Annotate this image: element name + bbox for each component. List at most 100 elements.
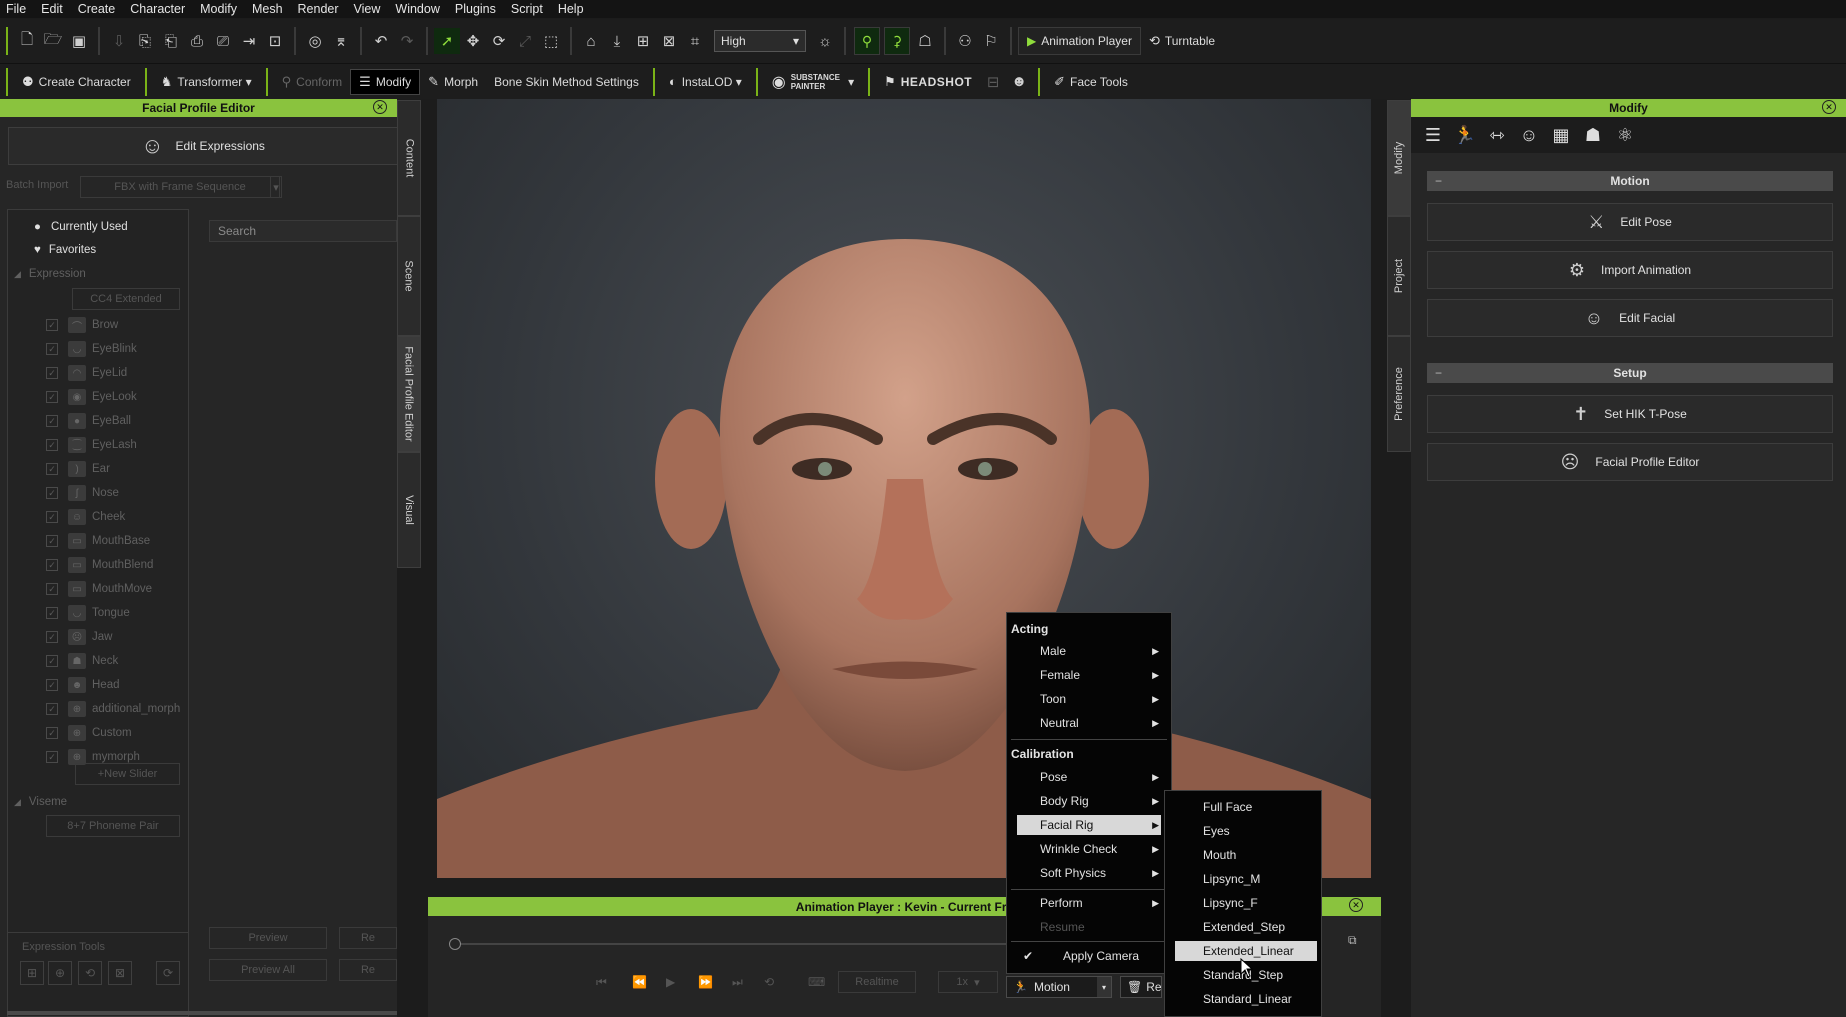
reset-motion-button[interactable]: 🗑 Re — [1120, 976, 1162, 998]
turntable-button[interactable]: ⟲ Turntable — [1141, 28, 1223, 54]
step-back-icon[interactable]: ⏪ — [632, 975, 647, 989]
checkbox[interactable]: ✓ — [46, 751, 58, 763]
pivot-icon[interactable]: ⬚ — [538, 28, 564, 54]
edit-pose-button[interactable]: ⚔ Edit Pose — [1427, 203, 1833, 241]
list-item[interactable]: ✓ ʃ Nose — [46, 484, 119, 502]
tab-scene[interactable]: Scene — [397, 216, 421, 336]
checkbox[interactable]: ✓ — [46, 679, 58, 691]
list-item[interactable]: ✓ ⊕ Custom — [46, 724, 132, 742]
tree-group-viseme[interactable]: ◢ Viseme — [14, 793, 67, 811]
close-icon[interactable]: ✕ — [1349, 898, 1363, 912]
motion-icon[interactable]: 🏃 — [1449, 120, 1481, 150]
submenu-item-extended-step[interactable]: Extended_Step — [1175, 917, 1317, 937]
camera-down-icon[interactable]: ⤓ — [604, 28, 630, 54]
new-slider-button[interactable]: + New Slider — [75, 763, 180, 785]
menu-help[interactable]: Help — [558, 2, 584, 16]
tab-content[interactable]: Content — [397, 100, 421, 216]
tool-icon[interactable]: ⟲ — [78, 961, 102, 985]
quality-select[interactable]: High ▾ — [714, 30, 806, 52]
animation-player-button[interactable]: ▶ Animation Player — [1018, 27, 1141, 55]
list-item[interactable]: ✓ ☹ Jaw — [46, 628, 112, 646]
new-file-icon[interactable]: 🗋 — [14, 28, 40, 54]
menu-item-male[interactable]: Male ▶ — [1017, 641, 1161, 661]
preview-all-button[interactable]: Preview All — [209, 959, 327, 981]
menu-item-resume[interactable]: Resume — [1017, 917, 1161, 937]
flag-icon[interactable]: ⚐ — [978, 28, 1004, 54]
headshot-button[interactable]: ⚑ HEADSHOT — [876, 69, 980, 95]
tree-item-favorites[interactable]: ♥ Favorites — [34, 241, 96, 259]
edit-expressions-button[interactable]: ☺ Edit Expressions — [8, 127, 398, 165]
list-item[interactable]: ✓ ☗ Neck — [46, 652, 118, 670]
import-animation-button[interactable]: ⚙ Import Animation — [1427, 251, 1833, 289]
face-tools-button[interactable]: ✐ Face Tools — [1046, 69, 1136, 95]
search-input[interactable]: Search — [209, 220, 397, 242]
speed-select[interactable]: 1x ▾ — [938, 971, 998, 993]
export-icon[interactable]: ⇥ — [236, 28, 262, 54]
transform-icon[interactable]: ⇿ — [1481, 120, 1513, 150]
export-usd-icon[interactable]: ⎚ — [210, 28, 236, 54]
list-item[interactable]: ✓ ● EyeBall — [46, 412, 131, 430]
physics-icon[interactable]: ⚛ — [1609, 120, 1641, 150]
list-item[interactable]: ✓ ◠ EyeLid — [46, 364, 127, 382]
modify-button[interactable]: ☰ Modify — [350, 68, 421, 95]
tool-icon[interactable]: ⊠ — [108, 961, 132, 985]
menu-item-toon[interactable]: Toon ▶ — [1017, 689, 1161, 709]
import-fbx-icon[interactable]: ⎘ — [132, 28, 158, 54]
list-item[interactable]: ✓ ⊕ additional_morph — [46, 700, 180, 718]
checkbox[interactable]: ✓ — [46, 511, 58, 523]
edit-facial-button[interactable]: ☺ Edit Facial — [1427, 299, 1833, 337]
cc4-extended-button[interactable]: CC4 Extended — [72, 288, 180, 310]
checkbox[interactable]: ✓ — [46, 727, 58, 739]
motion-select[interactable]: 🏃 Motion ▾ — [1006, 976, 1112, 998]
checkbox[interactable]: ✓ — [46, 415, 58, 427]
morph-button[interactable]: ✎ Morph — [420, 69, 486, 95]
list-item[interactable]: ✓ ⌒ Brow — [46, 316, 118, 334]
rotate-icon[interactable]: ⟳ — [486, 28, 512, 54]
timeline-slider[interactable] — [449, 938, 1014, 950]
move-icon[interactable]: ✥ — [460, 28, 486, 54]
close-icon[interactable]: ✕ — [373, 100, 387, 114]
frame-icon[interactable]: ⊠ — [656, 28, 682, 54]
menu-plugins[interactable]: Plugins — [455, 2, 496, 16]
undo-icon[interactable]: ↶ — [368, 28, 394, 54]
sliders-icon[interactable]: ☰ — [1417, 120, 1449, 150]
menu-item-female[interactable]: Female ▶ — [1017, 665, 1161, 685]
menu-item-body-rig[interactable]: Body Rig ▶ — [1017, 791, 1161, 811]
tab-modify[interactable]: Modify — [1387, 100, 1411, 216]
menu-item-neutral[interactable]: Neutral ▶ — [1017, 713, 1161, 733]
select-arrow-icon[interactable]: ➚ — [434, 28, 460, 54]
import-icon[interactable]: ⇩ — [106, 28, 132, 54]
list-item[interactable]: ✓ ◡ Tongue — [46, 604, 130, 622]
play-icon[interactable]: ▶ — [666, 975, 675, 989]
redo-icon[interactable]: ↷ — [394, 28, 420, 54]
menu-file[interactable]: File — [6, 2, 26, 16]
checkbox[interactable]: ✓ — [46, 631, 58, 643]
figure-icon[interactable]: ⚇ — [952, 28, 978, 54]
reset-all-button[interactable]: Re — [339, 959, 397, 981]
submenu-item-mouth[interactable]: Mouth — [1175, 845, 1317, 865]
fit-icon[interactable]: ⊞ — [630, 28, 656, 54]
render-export-icon[interactable]: ⊡ — [262, 28, 288, 54]
checkbox[interactable]: ✓ — [46, 487, 58, 499]
menu-item-pose[interactable]: Pose ▶ — [1017, 767, 1161, 787]
submenu-item-standard-linear[interactable]: Standard_Linear — [1175, 989, 1317, 1009]
set-hik-tpose-button[interactable]: ✝ Set HIK T-Pose — [1427, 395, 1833, 433]
reset-button[interactable]: Re — [339, 927, 397, 949]
export-fbx-icon[interactable]: ⎙ — [184, 28, 210, 54]
zoom-extents-icon[interactable]: ⌗ — [682, 28, 708, 54]
tool-icon[interactable]: ⟳ — [156, 961, 180, 985]
keyboard-icon[interactable]: ⌨ — [808, 975, 825, 989]
list-item[interactable]: ✓ ▭ MouthBlend — [46, 556, 153, 574]
checkbox[interactable]: ✓ — [46, 655, 58, 667]
bone-plus-icon[interactable]: ⚳ — [884, 27, 910, 55]
skip-end-icon[interactable]: ⏭ — [732, 975, 743, 990]
checkbox[interactable]: ✓ — [46, 703, 58, 715]
list-item[interactable]: ✓ ☺ Cheek — [46, 508, 125, 526]
phoneme-pair-button[interactable]: 8+7 Phoneme Pair — [46, 815, 180, 837]
menu-script[interactable]: Script — [511, 2, 543, 16]
timeline-knob[interactable] — [449, 938, 461, 950]
skip-start-icon[interactable]: ⏮ — [596, 975, 607, 990]
checkbox[interactable]: ✓ — [46, 463, 58, 475]
home-camera-icon[interactable]: ⌂ — [578, 28, 604, 54]
menu-modify[interactable]: Modify — [200, 2, 237, 16]
